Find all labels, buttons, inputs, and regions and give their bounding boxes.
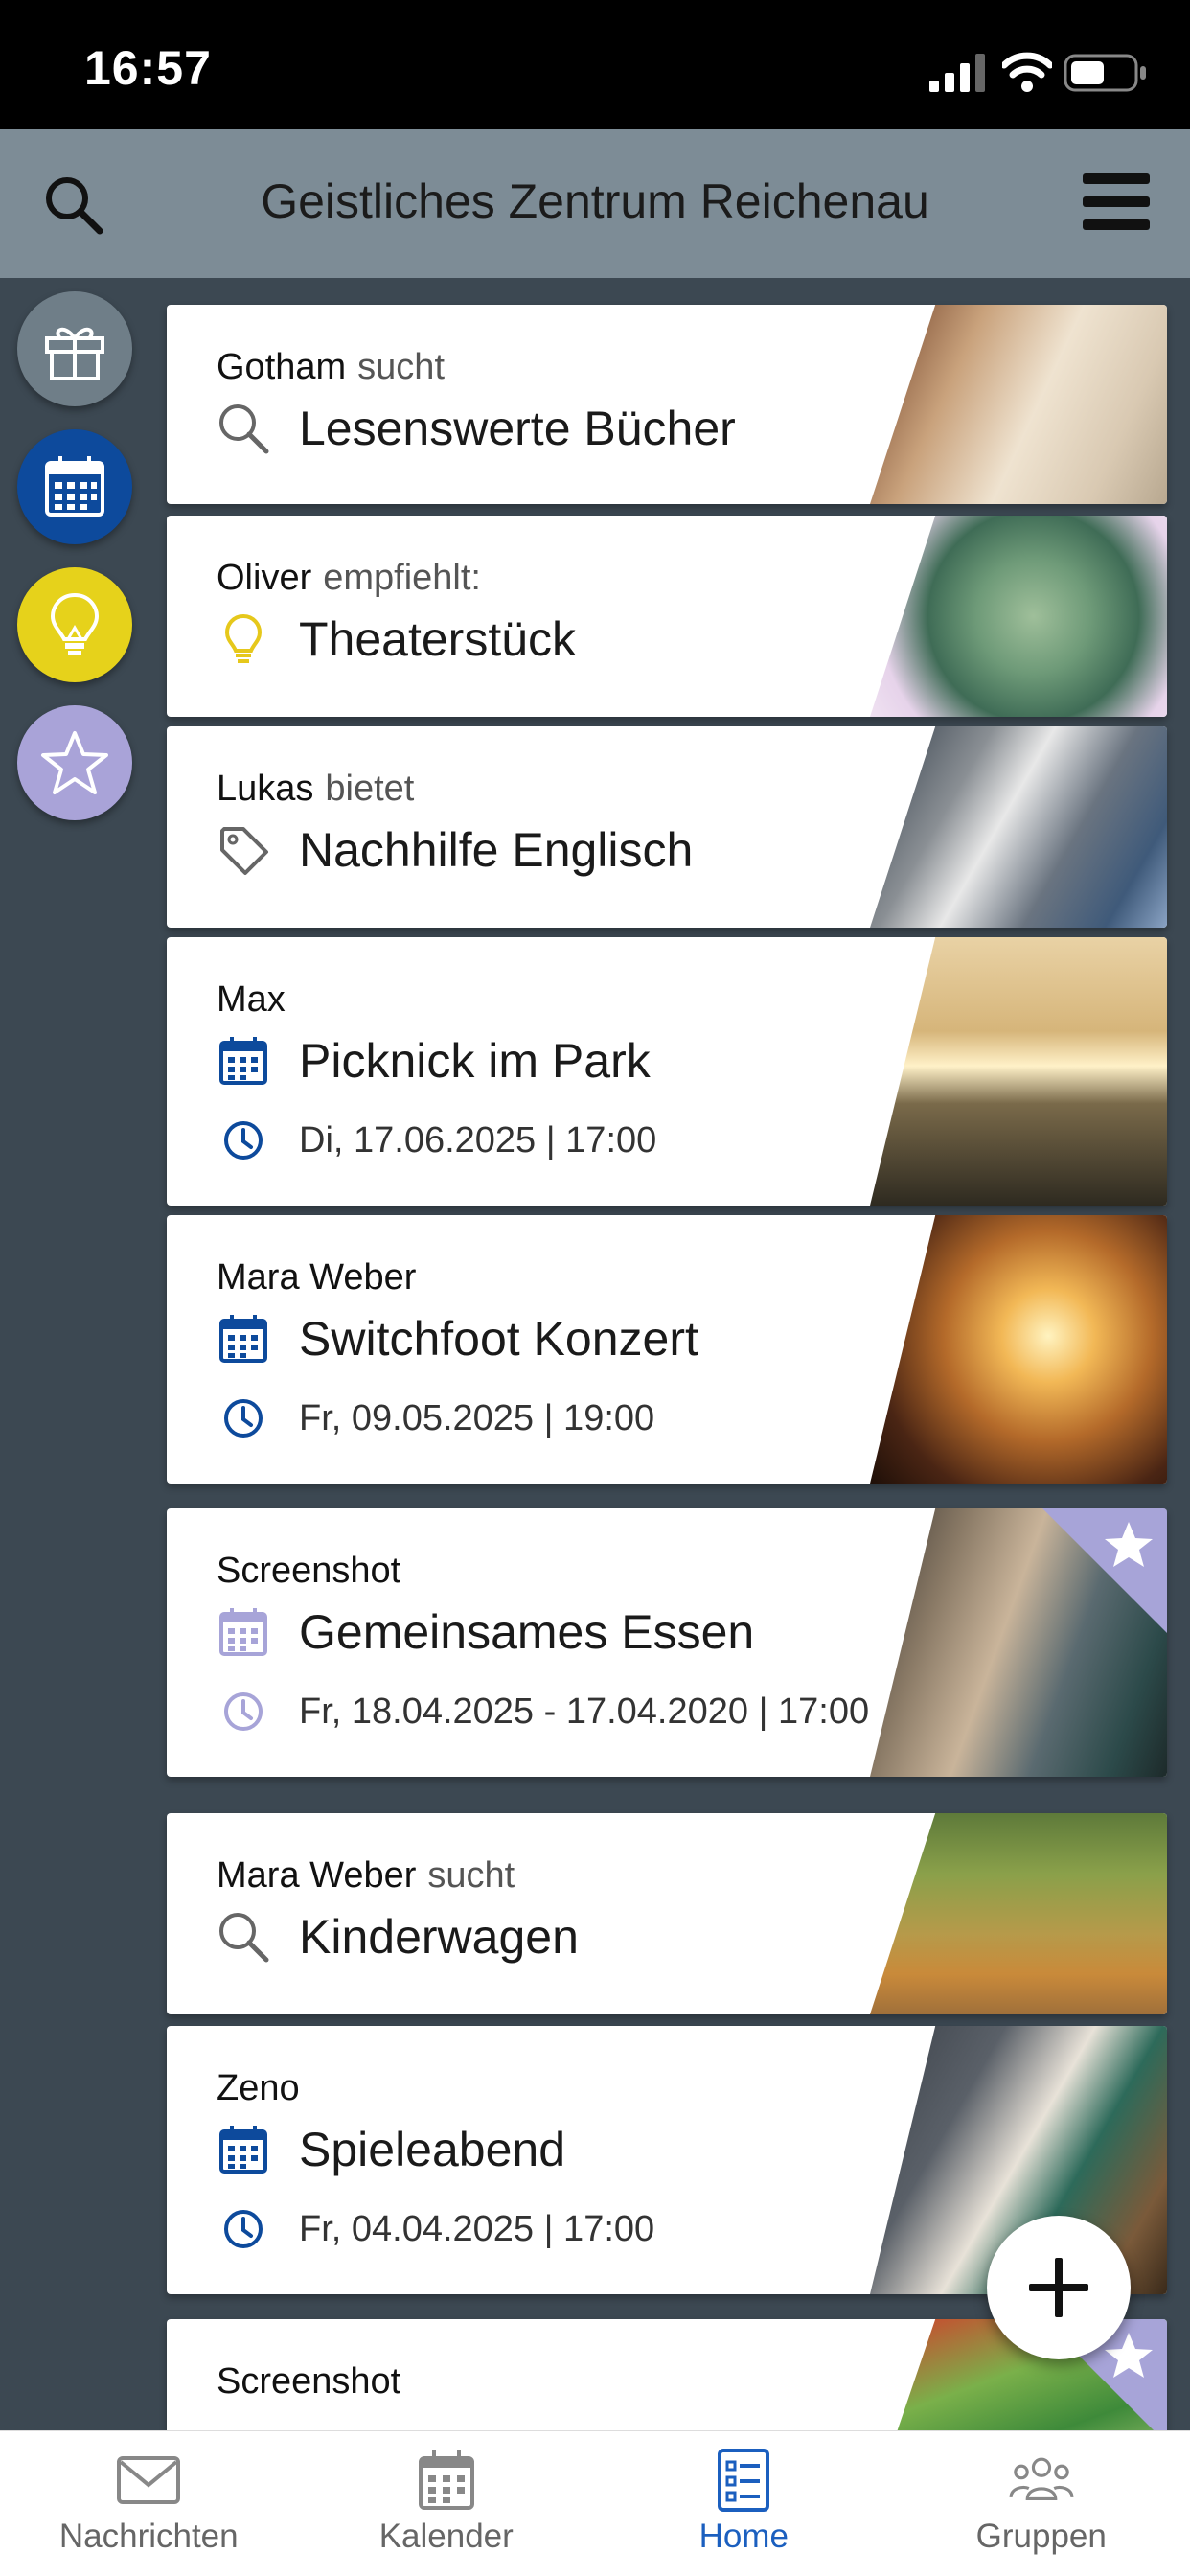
tag-icon — [220, 827, 268, 875]
clock-icon — [224, 1121, 263, 1160]
card-user: Gotham — [217, 347, 347, 387]
tab-label: Home — [698, 2518, 789, 2555]
card-user: Oliver — [217, 558, 312, 598]
card-verb: bietet — [325, 769, 415, 809]
card-title: Theaterstück — [299, 612, 577, 666]
feed-card[interactable]: Gotham sucht Lesenswerte Bücher — [167, 305, 1167, 504]
clock-icon — [224, 1692, 263, 1731]
card-user: Mara Weber — [217, 1855, 417, 1896]
search-icon — [219, 404, 269, 454]
card-image-open-book — [870, 305, 1167, 504]
page-title: Geistliches Zentrum Reichenau — [261, 174, 929, 228]
card-title: Gemeinsames Essen — [299, 1605, 755, 1659]
home-list-icon — [718, 2449, 770, 2512]
card-title: Switchfoot Konzert — [299, 1312, 698, 1366]
card-user: Lukas — [217, 769, 314, 809]
card-date: Fr, 09.05.2025 | 19:00 — [299, 1397, 655, 1438]
card-verb: sucht — [357, 347, 445, 387]
tab-label: Nachrichten — [58, 2518, 239, 2555]
app-header: Geistliches Zentrum Reichenau — [0, 129, 1190, 278]
feed-card[interactable]: Mara Weber Switchfoot Konzert Fr, 09.05.… — [167, 1215, 1167, 1484]
card-user: Max — [217, 979, 286, 1020]
card-user: Zeno — [217, 2068, 300, 2108]
plus-icon — [1029, 2258, 1088, 2317]
feed-card[interactable]: Screenshot Gemeinsames Essen Fr, 18.04.2… — [167, 1508, 1167, 1777]
tab-label: Kalender — [378, 2518, 514, 2555]
battery-icon — [1064, 54, 1146, 92]
card-title: Kinderwagen — [299, 1910, 579, 1964]
clock-icon — [224, 1399, 263, 1438]
card-title: Lesenswerte Bücher — [299, 402, 736, 455]
tab-gruppen[interactable]: Gruppen — [893, 2431, 1190, 2576]
calendar-icon — [219, 2126, 267, 2174]
group-icon — [1009, 2457, 1074, 2500]
calendar-icon — [418, 2450, 474, 2510]
calendar-icon — [219, 1037, 267, 1085]
cellular-signal-icon — [929, 54, 985, 92]
card-image-concert — [870, 1215, 1167, 1484]
lightbulb-icon — [224, 613, 263, 663]
card-image-park-skyline — [870, 937, 1167, 1206]
filter-calendar-button[interactable] — [17, 429, 132, 544]
search-icon — [219, 1913, 269, 1963]
calendar-icon — [219, 1608, 267, 1656]
status-time: 16:57 — [84, 41, 212, 95]
gift-icon — [45, 327, 104, 380]
filter-idea-button[interactable] — [17, 567, 132, 682]
feed-card[interactable]: Lukas bietet Nachhilfe Englisch — [167, 726, 1167, 928]
wifi-icon — [1002, 52, 1052, 92]
feed-card[interactable]: Mara Weber sucht Kinderwagen — [167, 1813, 1167, 2014]
card-image-family-walk — [870, 1813, 1167, 2014]
calendar-icon — [219, 1315, 267, 1363]
clock-icon — [224, 2210, 263, 2248]
tab-label: Gruppen — [975, 2518, 1107, 2555]
card-verb: sucht — [427, 1855, 515, 1896]
lightbulb-icon — [50, 592, 100, 656]
add-button[interactable] — [987, 2216, 1131, 2359]
card-image-notebook-writing — [870, 726, 1167, 928]
mail-icon — [117, 2456, 181, 2504]
card-user: Mara Weber — [217, 1257, 417, 1298]
star-icon — [41, 731, 108, 794]
card-date: Fr, 04.04.2025 | 17:00 — [299, 2208, 655, 2249]
star-icon — [1105, 1522, 1153, 1567]
card-title: Nachhilfe Englisch — [299, 823, 694, 877]
card-image-succulent — [870, 516, 1167, 717]
calendar-icon — [45, 456, 104, 517]
filter-favorite-button[interactable] — [17, 705, 132, 820]
card-user: Screenshot — [217, 2361, 401, 2402]
hamburger-menu-icon[interactable] — [1081, 168, 1152, 237]
card-date: Di, 17.06.2025 | 17:00 — [299, 1119, 657, 1161]
bottom-tab-bar: Nachrichten Kalender Home Gruppen — [0, 2430, 1190, 2576]
tab-nachrichten[interactable]: Nachrichten — [0, 2431, 298, 2576]
card-user: Screenshot — [217, 1551, 401, 1591]
card-date: Fr, 18.04.2025 - 17.04.2020 | 17:00 — [299, 1690, 870, 1732]
filter-gift-button[interactable] — [17, 291, 132, 406]
feed-card[interactable]: Max Picknick im Park Di, 17.06.2025 | 17… — [167, 937, 1167, 1206]
card-verb: empfiehlt: — [323, 558, 481, 598]
status-bar: 16:57 — [0, 0, 1190, 129]
feed-card[interactable]: Oliver empfiehlt: Theaterstück — [167, 516, 1167, 717]
tab-home[interactable]: Home — [595, 2431, 893, 2576]
card-title: Spieleabend — [299, 2123, 566, 2176]
card-title: Picknick im Park — [299, 1034, 651, 1088]
tab-kalender[interactable]: Kalender — [298, 2431, 596, 2576]
